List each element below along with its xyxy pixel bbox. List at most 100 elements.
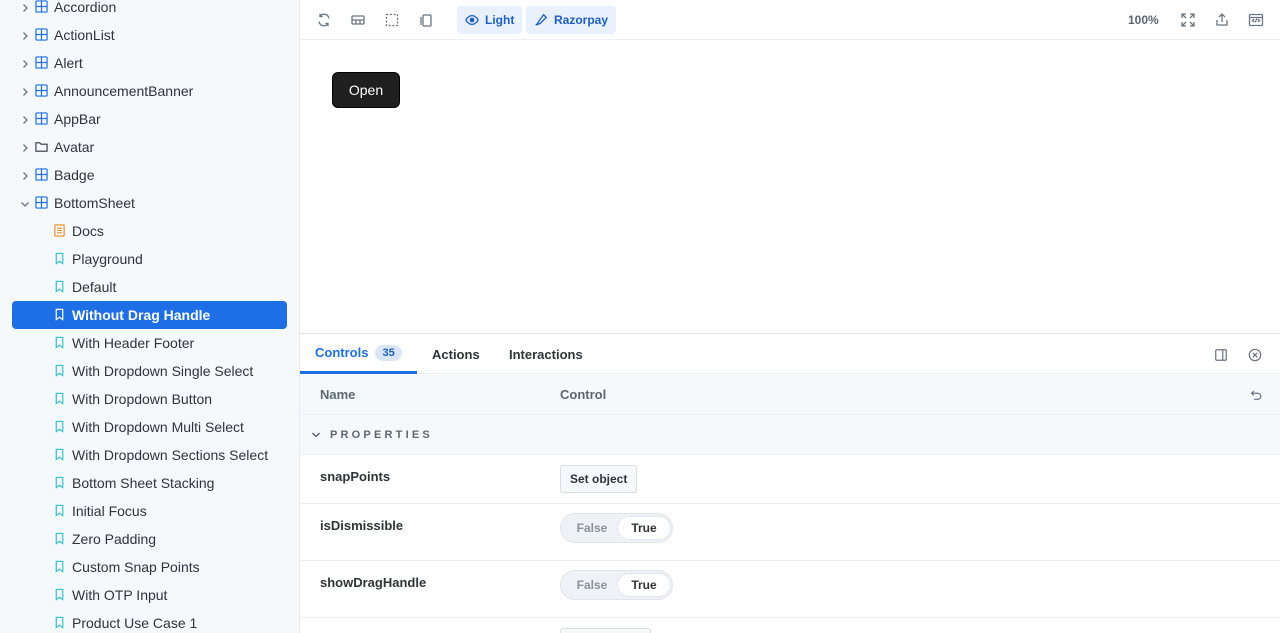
component-grid-icon <box>35 84 48 97</box>
chevron-down-icon[interactable] <box>19 197 31 209</box>
component-grid-icon <box>35 28 48 41</box>
bookmark-icon <box>53 420 66 433</box>
column-control: Control <box>560 387 607 402</box>
grid-toggle-icon[interactable] <box>350 12 366 28</box>
tab-controls[interactable]: Controls 35 <box>300 334 417 374</box>
open-bottom-sheet-button[interactable]: Open <box>332 72 400 108</box>
bookmark-icon <box>53 588 66 601</box>
sidebar-item-announcementbanner[interactable]: AnnouncementBanner <box>12 77 287 105</box>
sidebar-item-label: AppBar <box>54 111 101 127</box>
component-grid-icon <box>35 0 48 13</box>
sidebar-item-badge[interactable]: Badge <box>12 161 287 189</box>
sidebar-item-label: BottomSheet <box>54 195 135 211</box>
control-name: showDragHandle <box>320 575 427 590</box>
viewport-icon[interactable] <box>418 12 434 28</box>
sidebar-item-with-header-footer[interactable]: With Header Footer <box>12 329 287 357</box>
sidebar-item-label: With Dropdown Sections Select <box>72 447 269 463</box>
chevron-right-icon[interactable] <box>19 85 31 97</box>
chevron-right-icon[interactable] <box>19 141 31 153</box>
chevron-right-icon[interactable] <box>19 57 31 69</box>
fullscreen-icon[interactable] <box>1180 12 1196 28</box>
sidebar-item-appbar[interactable]: AppBar <box>12 105 287 133</box>
share-icon[interactable] <box>1214 12 1230 28</box>
component-grid-icon <box>35 112 48 125</box>
sidebar-item-label: Alert <box>54 55 83 71</box>
controls-table-header: Name Control <box>300 375 1280 415</box>
sidebar-item-label: With Dropdown Multi Select <box>72 419 244 435</box>
component-grid-icon <box>35 56 48 69</box>
sidebar-item-label: AnnouncementBanner <box>54 83 194 99</box>
reload-icon[interactable] <box>316 12 332 28</box>
properties-section-header[interactable]: PROPERTIES <box>300 415 1280 455</box>
chevron-right-icon[interactable] <box>19 29 31 41</box>
sidebar-item-label: Product Use Case 1 <box>72 615 198 631</box>
sidebar-item-actionlist[interactable]: ActionList <box>12 21 287 49</box>
chevron-down-icon <box>311 432 321 438</box>
sidebar-item-default[interactable]: Default <box>12 273 287 301</box>
set-object-button[interactable]: Set object <box>560 465 638 493</box>
addon-tabs: Controls 35 Actions Interactions <box>300 334 1280 374</box>
sidebar-item-label: Accordion <box>54 0 117 15</box>
theme-switcher[interactable]: Light <box>457 6 523 34</box>
sidebar-item-with-dropdown-button[interactable]: With Dropdown Button <box>12 385 287 413</box>
sidebar-item-docs[interactable]: Docs <box>12 217 287 245</box>
sidebar-item-bottomsheet[interactable]: BottomSheet <box>12 189 287 217</box>
document-icon <box>53 224 66 237</box>
chevron-right-icon[interactable] <box>19 1 31 13</box>
sidebar-item-with-dropdown-multi-select[interactable]: With Dropdown Multi Select <box>12 413 287 441</box>
true-option[interactable]: True <box>618 517 670 539</box>
control-row-partial <box>300 618 1280 633</box>
sidebar-item-initial-focus[interactable]: Initial Focus <box>12 497 287 525</box>
sidebar-item-accordion[interactable]: Accordion <box>12 0 287 21</box>
bookmark-icon <box>53 448 66 461</box>
sidebar-item-bottom-sheet-stacking[interactable]: Bottom Sheet Stacking <box>12 469 287 497</box>
sidebar-item-label: With Dropdown Single Select <box>72 363 254 379</box>
component-grid-icon <box>35 168 48 181</box>
reset-controls-icon[interactable] <box>1249 388 1263 402</box>
sidebar-item-with-dropdown-single-select[interactable]: With Dropdown Single Select <box>12 357 287 385</box>
sidebar-item-avatar[interactable]: Avatar <box>12 133 287 161</box>
sidebar: Accordion ActionList Alert AnnouncementBann… <box>0 0 300 633</box>
sidebar-item-product-use-case-1[interactable]: Product Use Case 1 <box>12 609 287 633</box>
true-option[interactable]: True <box>618 574 670 596</box>
sidebar-item-alert[interactable]: Alert <box>12 49 287 77</box>
chevron-right-icon[interactable] <box>19 169 31 181</box>
panel-orientation-icon[interactable] <box>1214 348 1228 362</box>
sidebar-item-label: ActionList <box>54 27 115 43</box>
sidebar-item-with-otp-input[interactable]: With OTP Input <box>12 581 287 609</box>
outline-toggle-icon[interactable] <box>384 12 400 28</box>
section-label: PROPERTIES <box>330 429 433 441</box>
sidebar-item-label: Avatar <box>54 139 95 155</box>
sidebar-item-zero-padding[interactable]: Zero Padding <box>12 525 287 553</box>
zoom-level[interactable]: 100% <box>1128 13 1159 27</box>
sidebar-item-label: Playground <box>72 251 143 267</box>
false-option[interactable]: False <box>565 517 619 539</box>
bookmark-icon <box>53 532 66 545</box>
false-option[interactable]: False <box>565 574 619 596</box>
bookmark-icon <box>53 476 66 489</box>
column-name: Name <box>320 387 356 402</box>
tab-actions[interactable]: Actions <box>432 334 480 374</box>
sidebar-item-label: With Header Footer <box>72 335 195 351</box>
brand-switcher[interactable]: Razorpay <box>526 6 617 34</box>
sidebar-item-label: Docs <box>72 223 104 239</box>
sidebar-item-label: Initial Focus <box>72 503 147 519</box>
chevron-right-icon[interactable] <box>19 113 31 125</box>
open-in-new-tab-icon[interactable] <box>1248 12 1264 28</box>
sidebar-item-label: Badge <box>54 167 95 183</box>
sidebar-item-custom-snap-points[interactable]: Custom Snap Points <box>12 553 287 581</box>
bookmark-icon <box>53 616 66 629</box>
sidebar-item-playground[interactable]: Playground <box>12 245 287 273</box>
bookmark-icon <box>53 280 66 293</box>
bookmark-icon <box>53 364 66 377</box>
isdismissible-toggle: False True <box>560 513 673 543</box>
folder-icon <box>35 140 48 153</box>
bookmark-icon <box>53 308 66 321</box>
sidebar-item-without-drag-handle[interactable]: Without Drag Handle <box>12 301 287 329</box>
tab-interactions[interactable]: Interactions <box>509 334 583 374</box>
brand-label: Razorpay <box>554 13 609 27</box>
sidebar-item-with-dropdown-sections-select[interactable]: With Dropdown Sections Select <box>12 441 287 469</box>
control-row-snappoints: snapPoints Set object <box>300 455 1280 504</box>
bookmark-icon <box>53 392 66 405</box>
close-panel-icon[interactable] <box>1248 348 1262 362</box>
